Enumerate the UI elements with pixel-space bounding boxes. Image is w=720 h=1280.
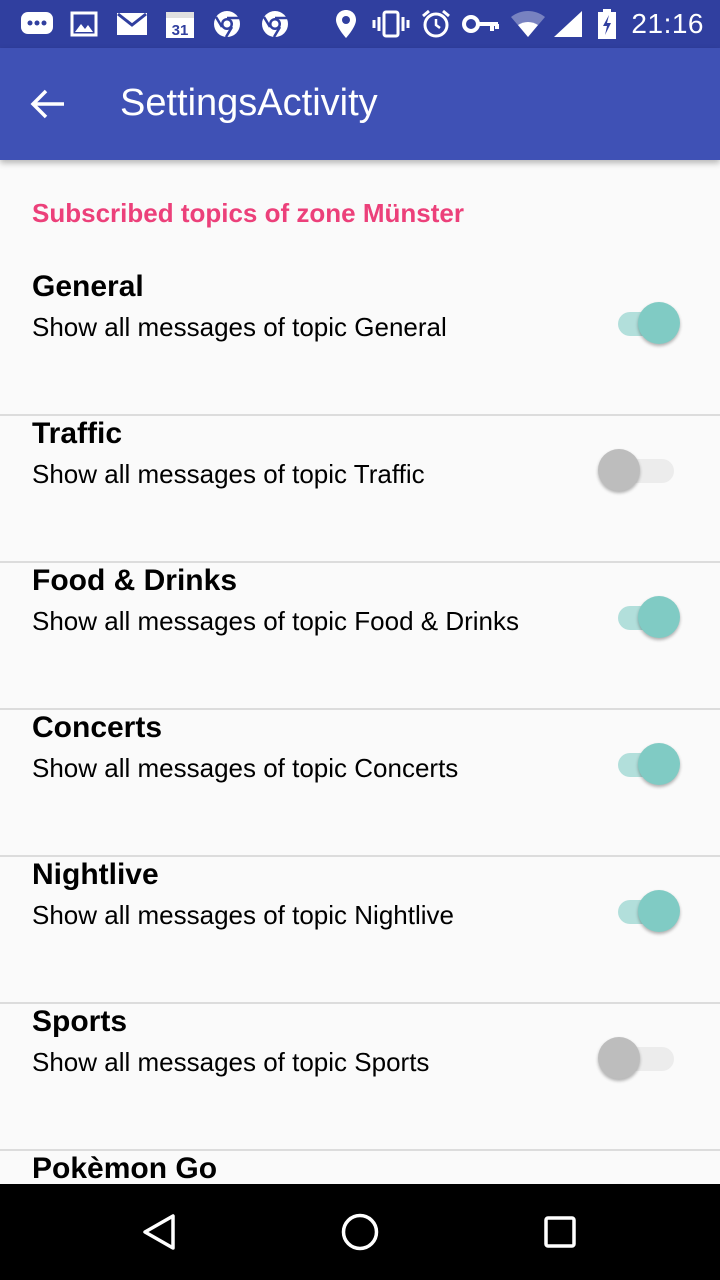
chrome-icon: [260, 10, 290, 38]
nav-back-button[interactable]: [136, 1208, 184, 1256]
switch-food-drinks[interactable]: [612, 596, 682, 640]
preference-item-pokemon-go[interactable]: Pokèmon Go: [0, 1152, 720, 1184]
preference-item-food-drinks[interactable]: Food & Drinks Show all messages of topic…: [0, 564, 720, 710]
recents-square-icon: [544, 1216, 576, 1248]
preference-title: Concerts: [32, 711, 163, 744]
switch-thumb: [598, 449, 640, 491]
preference-category-title: Subscribed topics of zone Münster: [32, 198, 464, 228]
preference-item-traffic[interactable]: Traffic Show all messages of topic Traff…: [0, 417, 720, 563]
gallery-icon: [70, 10, 98, 38]
calendar-day: 31: [172, 22, 189, 39]
preference-title: Traffic: [32, 417, 123, 450]
divider: [0, 855, 720, 857]
gmail-icon: [116, 10, 148, 38]
status-bar: 31 21:16: [0, 0, 720, 48]
page-title: SettingsActivity: [120, 82, 378, 124]
preference-title: Food & Drinks: [32, 564, 238, 597]
preference-summary: Show all messages of topic Concerts: [32, 753, 459, 783]
divider: [0, 1149, 720, 1151]
home-circle-icon: [341, 1213, 379, 1251]
preference-item-sports[interactable]: Sports Show all messages of topic Sports: [0, 1005, 720, 1151]
navigation-bar: [0, 1184, 720, 1280]
switch-traffic[interactable]: [598, 449, 682, 493]
calendar-icon: 31: [164, 10, 196, 39]
divider: [0, 708, 720, 710]
nav-recents-button[interactable]: [536, 1208, 584, 1256]
switch-thumb: [638, 890, 680, 932]
divider: [0, 561, 720, 563]
preference-item-nightlive[interactable]: Nightlive Show all messages of topic Nig…: [0, 858, 720, 1004]
divider: [0, 1002, 720, 1004]
arrow-back-icon: [30, 89, 64, 119]
switch-general[interactable]: [612, 302, 682, 346]
signal-icon: [552, 10, 584, 38]
preference-title: General: [32, 270, 144, 303]
wifi-icon: [510, 10, 546, 38]
app-bar: SettingsActivity: [0, 48, 720, 160]
back-triangle-icon: [143, 1214, 175, 1250]
back-button[interactable]: [24, 80, 72, 128]
vpn-key-icon: [462, 10, 500, 38]
preference-summary: Show all messages of topic General: [32, 312, 447, 342]
preference-summary: Show all messages of topic Nightlive: [32, 900, 454, 930]
switch-thumb: [598, 1037, 640, 1079]
battery-charging-icon: [596, 9, 618, 39]
preference-summary: Show all messages of topic Food & Drinks: [32, 606, 519, 636]
preference-title: Sports: [32, 1005, 128, 1038]
nav-home-button[interactable]: [336, 1208, 384, 1256]
switch-concerts[interactable]: [612, 743, 682, 787]
status-clock: 21:16: [631, 8, 704, 39]
switch-nightlive[interactable]: [612, 890, 682, 934]
preference-summary: Show all messages of topic Sports: [32, 1047, 430, 1077]
preference-title: Pokèmon Go: [32, 1152, 218, 1184]
switch-thumb: [638, 596, 680, 638]
messaging-icon: [20, 10, 54, 38]
preference-list[interactable]: Subscribed topics of zone Münster Genera…: [0, 160, 720, 1184]
preference-title: Nightlive: [32, 858, 159, 891]
preference-summary: Show all messages of topic Traffic: [32, 459, 425, 489]
preference-item-general[interactable]: General Show all messages of topic Gener…: [0, 270, 720, 416]
chrome-icon: [212, 10, 242, 38]
switch-sports[interactable]: [598, 1037, 682, 1081]
preference-item-concerts[interactable]: Concerts Show all messages of topic Conc…: [0, 711, 720, 857]
location-icon: [334, 10, 358, 38]
vibrate-icon: [372, 10, 410, 38]
switch-thumb: [638, 743, 680, 785]
alarm-icon: [420, 9, 452, 38]
switch-thumb: [638, 302, 680, 344]
divider: [0, 414, 720, 416]
